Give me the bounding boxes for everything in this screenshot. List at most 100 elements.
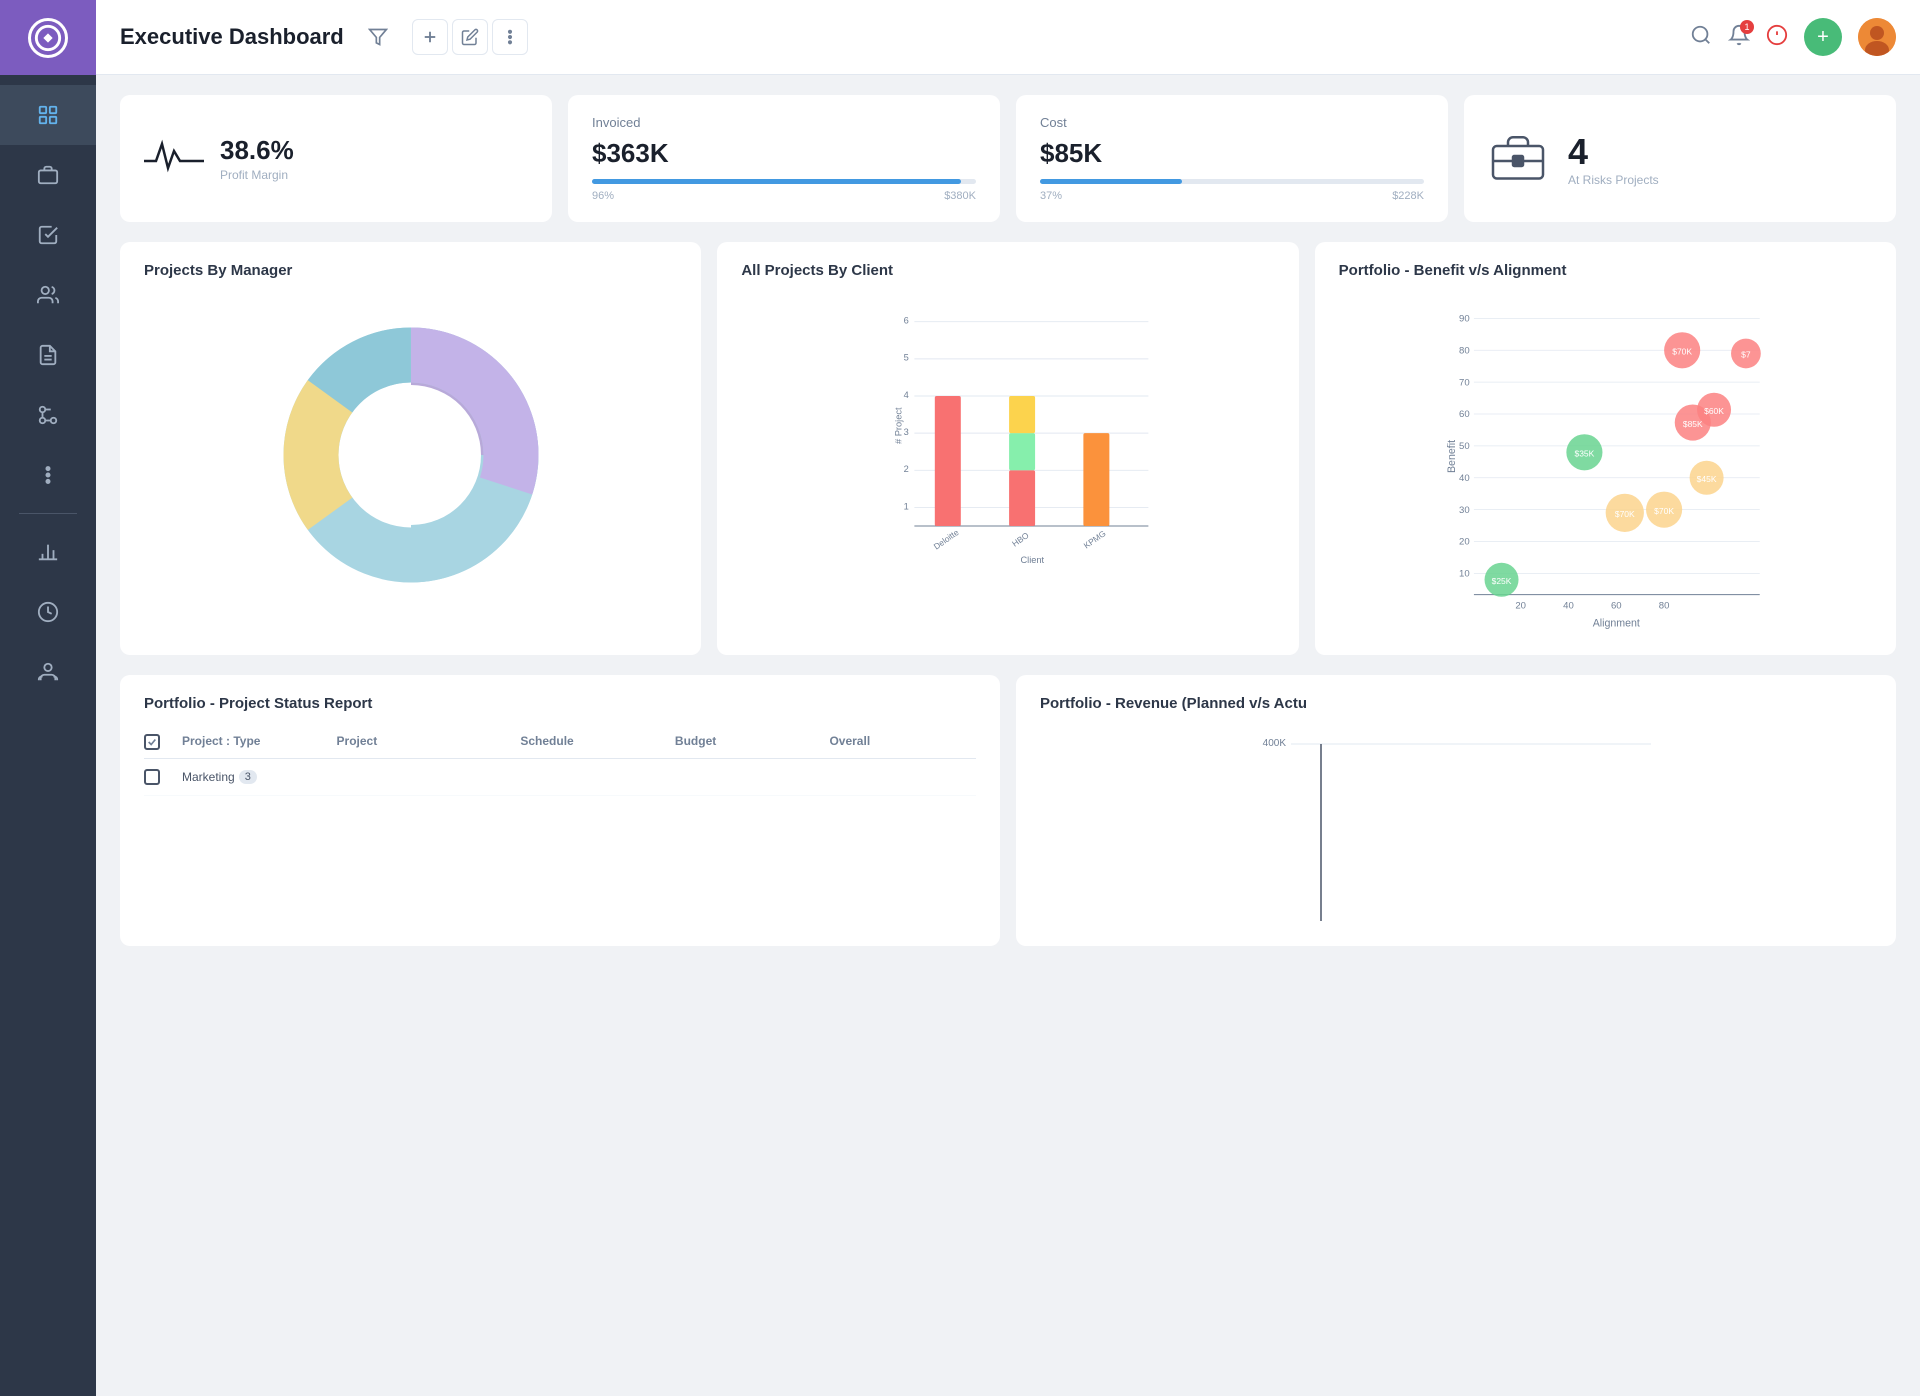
sidebar-item-analytics[interactable] (0, 522, 96, 582)
svg-text:HBO: HBO (1010, 530, 1031, 549)
sidebar-item-more[interactable] (0, 445, 96, 505)
svg-text:$70K: $70K (1615, 509, 1635, 519)
svg-text:60: 60 (1611, 600, 1622, 611)
more-dots-icon (501, 28, 519, 46)
svg-text:4: 4 (904, 390, 909, 400)
sidebar-item-history[interactable] (0, 582, 96, 642)
sidebar-logo[interactable] (0, 0, 96, 75)
cost-label: Cost (1040, 115, 1424, 130)
svg-text:$7: $7 (1741, 350, 1751, 360)
row-type-label: Marketing (182, 770, 235, 784)
svg-text:Benefit: Benefit (1445, 440, 1457, 473)
svg-text:20: 20 (1515, 600, 1526, 611)
sidebar-item-projects[interactable] (0, 145, 96, 205)
projects-by-client-card: All Projects By Client 6 5 4 3 2 1 (717, 242, 1298, 655)
svg-text:60: 60 (1459, 409, 1470, 420)
add-icon (421, 28, 439, 46)
cost-progress-fill (1040, 179, 1182, 184)
bar-hbo-red (1009, 470, 1035, 526)
invoiced-progress-fill (592, 179, 961, 184)
sidebar-item-tasks[interactable] (0, 205, 96, 265)
charts-row: Projects By Manager (120, 242, 1896, 655)
scatter-container: 90 80 70 60 50 40 30 20 10 (1339, 295, 1872, 635)
sidebar-item-team[interactable] (0, 265, 96, 325)
topbar-actions (360, 19, 528, 55)
cost-card: Cost $85K 37% $228K (1016, 95, 1448, 222)
svg-text:20: 20 (1459, 537, 1470, 548)
table-col-schedule: Schedule (520, 734, 667, 750)
sidebar-navigation (0, 75, 96, 702)
search-button[interactable] (1690, 24, 1712, 51)
row-type: Marketing 3 (182, 770, 329, 784)
main-wrapper: Executive Dashboard (96, 0, 1920, 1396)
projects-by-manager-title: Projects By Manager (144, 262, 677, 279)
svg-text:2: 2 (904, 464, 909, 474)
sidebar-divider (19, 513, 77, 514)
add-user-button[interactable]: + (1804, 18, 1842, 56)
donut-chart (261, 305, 561, 605)
user-avatar[interactable] (1858, 18, 1896, 56)
invoiced-progress-left: 96% (592, 190, 614, 202)
invoiced-value: $363K (592, 138, 976, 169)
at-risk-icon-wrap (1488, 131, 1548, 186)
svg-text:# Project: # Project (894, 407, 904, 444)
svg-text:50: 50 (1459, 441, 1470, 452)
revenue-svg: 400K (1040, 726, 1872, 926)
header-checkbox[interactable] (144, 734, 160, 750)
dashboard-icon (37, 104, 59, 126)
sidebar-item-documents[interactable] (0, 325, 96, 385)
sidebar-item-git[interactable] (0, 385, 96, 445)
more-icon (37, 464, 59, 486)
bar-deloitte-red (935, 396, 961, 526)
dashboard-content: 38.6% Profit Margin Invoiced $363K 96% $… (96, 75, 1920, 1396)
svg-text:Alignment: Alignment (1592, 618, 1639, 630)
document-icon (37, 344, 59, 366)
invoiced-label: Invoiced (592, 115, 976, 130)
donut-chart-container (144, 295, 677, 615)
notifications-button[interactable]: 1 (1728, 24, 1750, 51)
svg-text:80: 80 (1658, 600, 1669, 611)
edit-button[interactable] (452, 19, 488, 55)
sidebar-item-users[interactable] (0, 642, 96, 702)
history-icon (37, 601, 59, 623)
svg-text:400K: 400K (1263, 738, 1287, 749)
revenue-chart-title: Portfolio - Revenue (Planned v/s Actu (1040, 695, 1872, 712)
pulse-chart-icon (144, 136, 204, 181)
briefcase-icon (1488, 131, 1548, 181)
profit-label: Profit Margin (220, 168, 294, 182)
pulse-icon (144, 136, 204, 176)
add-button[interactable] (412, 19, 448, 55)
at-risk-card: 4 At Risks Projects (1464, 95, 1896, 222)
project-status-title: Portfolio - Project Status Report (144, 695, 976, 712)
svg-text:Client: Client (1021, 555, 1045, 565)
svg-text:80: 80 (1459, 345, 1470, 356)
svg-text:$70K: $70K (1672, 347, 1692, 357)
projects-by-manager-card: Projects By Manager (120, 242, 701, 655)
sidebar-item-dashboard[interactable] (0, 85, 96, 145)
svg-text:$85K: $85K (1683, 419, 1703, 429)
project-status-table-card: Portfolio - Project Status Report Projec… (120, 675, 1000, 946)
cost-value: $85K (1040, 138, 1424, 169)
svg-text:KPMG: KPMG (1082, 528, 1108, 550)
search-icon (1690, 24, 1712, 46)
filter-icon (368, 27, 388, 47)
svg-text:$70K: $70K (1654, 506, 1674, 516)
svg-text:3: 3 (904, 427, 909, 437)
scatter-chart-svg: 90 80 70 60 50 40 30 20 10 (1339, 295, 1872, 635)
svg-text:6: 6 (904, 316, 909, 326)
at-risk-value: 4 (1568, 131, 1659, 173)
analytics-icon (37, 541, 59, 563)
invoiced-progress-labels: 96% $380K (592, 190, 976, 202)
alerts-button[interactable] (1766, 24, 1788, 51)
table-col-budget: Budget (675, 734, 822, 750)
svg-text:10: 10 (1459, 569, 1470, 580)
svg-text:$25K: $25K (1491, 576, 1511, 586)
filter-button[interactable] (360, 19, 396, 55)
more-options-button[interactable] (492, 19, 528, 55)
user-avatar-image (1858, 18, 1896, 56)
svg-text:$60K: $60K (1704, 406, 1724, 416)
cost-progress-bar (1040, 179, 1424, 184)
row-checkbox[interactable] (144, 769, 174, 785)
bar-hbo-orange (1009, 396, 1035, 433)
git-icon (37, 404, 59, 426)
